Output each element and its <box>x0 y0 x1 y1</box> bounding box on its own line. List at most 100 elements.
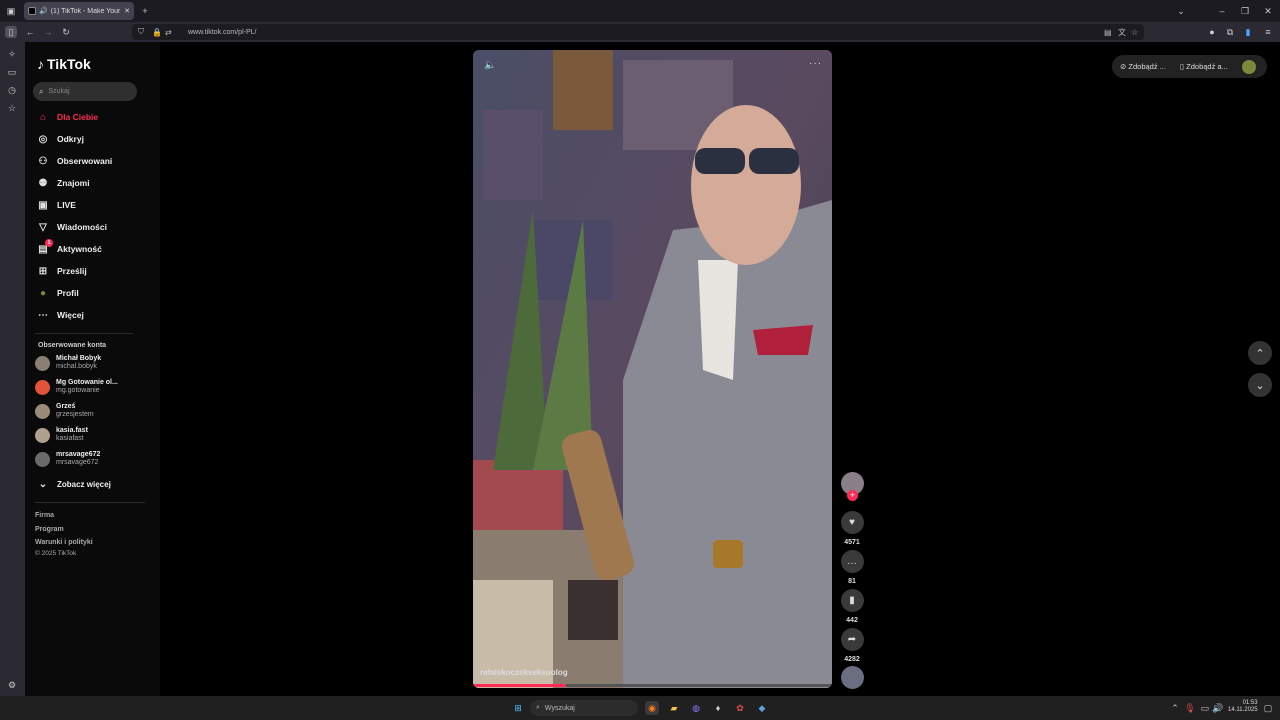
close-window-icon[interactable]: ✕ <box>1262 5 1274 17</box>
comment-icon[interactable]: … <box>840 550 864 573</box>
account-handle: michal.bobyk <box>56 363 97 370</box>
bookmarks-icon[interactable]: ☆ <box>6 102 18 114</box>
followed-accounts-title: Obserwowane konta <box>38 342 107 349</box>
footer-link-firma[interactable]: Firma <box>35 512 54 519</box>
sidebar-item-label: Wiadomości <box>57 222 107 232</box>
extension-icon[interactable]: ▮ <box>1242 26 1254 38</box>
sidebar-item-1[interactable]: ⌂ Dla Ciebie <box>37 109 98 125</box>
settings-gear-icon[interactable]: ⚙ <box>6 679 18 691</box>
menu-icon[interactable]: ≡ <box>1262 26 1274 38</box>
shield-icon[interactable]: ⛉ <box>138 27 144 37</box>
lock-icon[interactable]: 🔒 <box>152 28 162 37</box>
save-button[interactable]: ▮ 442 <box>840 589 864 624</box>
browser-nav-bar: ▯ ← → ↻ ⛉ 🔒 ⇄ www.tiktok.com/pl-PL/ ▤ 文 … <box>0 22 1280 42</box>
sidebar-item-6[interactable]: ▽ Wiadomości <box>37 219 107 235</box>
sidebar-item-7[interactable]: ▤ Aktywność 1 <box>37 239 102 257</box>
account-icon[interactable]: ● <box>1206 26 1218 38</box>
windows-start-icon[interactable]: ⊞ <box>511 701 525 715</box>
new-tab-icon[interactable]: + <box>139 5 151 17</box>
taskbar-clock[interactable]: 01:53 14.11.2025 <box>1228 700 1258 714</box>
followed-account[interactable]: Michał Bobyk michal.bobyk <box>35 355 101 371</box>
bookmark-star-icon[interactable]: ☆ <box>1131 28 1138 37</box>
taskbar-search-input[interactable]: ⌕ Wyszukaj <box>530 700 638 716</box>
footer-link-program[interactable]: Program <box>35 526 64 533</box>
divider <box>35 333 133 334</box>
forward-icon[interactable]: → <box>42 26 54 38</box>
sidebar-item-4[interactable]: ⚉ Znajomi <box>37 175 90 191</box>
avatar <box>35 355 50 371</box>
get-coins-button[interactable]: ⊘ Zdobądź ... <box>1120 62 1166 71</box>
speaker-icon[interactable]: 🔊 <box>39 7 48 15</box>
volume-tray-icon[interactable]: 🔊 <box>1211 701 1225 715</box>
sound-disc-icon[interactable] <box>840 666 864 689</box>
followed-account[interactable]: Mg Gotowanie ol... mg.gotowanie <box>35 379 118 395</box>
back-icon[interactable]: ← <box>24 26 36 38</box>
previous-video-chevron-up-icon[interactable]: ⌃ <box>1248 341 1272 365</box>
chevron-down-icon: ⌄ <box>38 478 48 490</box>
translate-icon[interactable]: 文 <box>1118 27 1126 38</box>
minimize-icon[interactable]: – <box>1216 5 1228 17</box>
app-settings-icon[interactable]: ✿ <box>733 701 747 715</box>
footer-link-terms[interactable]: Warunki i polityki <box>35 539 93 546</box>
volume-icon[interactable]: 🔈 <box>484 60 496 71</box>
like-button[interactable]: ♥ 4571 <box>840 511 864 546</box>
extensions-icon[interactable]: ⧉ <box>1224 26 1236 38</box>
author-avatar-button[interactable]: + <box>840 472 864 501</box>
synced-tabs-icon[interactable]: ▭ <box>6 66 18 78</box>
notifications-icon[interactable]: ▢ <box>1261 701 1275 715</box>
history-icon[interactable]: ◷ <box>6 84 18 96</box>
followed-account[interactable]: kasia.fast kasiafast <box>35 427 88 443</box>
sidebar-item-5[interactable]: ▣ LIVE <box>37 197 76 213</box>
see-more-button[interactable]: ⌄ Zobacz więcej <box>37 476 111 492</box>
comment-button[interactable]: … 81 <box>840 550 864 585</box>
user-avatar[interactable] <box>1241 59 1256 74</box>
next-video-chevron-down-icon[interactable]: ⌄ <box>1248 373 1272 397</box>
close-tab-icon[interactable]: ✕ <box>124 7 130 15</box>
sidebar-item-10[interactable]: ⋯ Więcej <box>37 307 84 323</box>
restore-icon[interactable]: ❐ <box>1239 5 1251 17</box>
bookmark-icon[interactable]: ▮ <box>840 589 864 612</box>
app-icon[interactable]: ◍ <box>689 701 703 715</box>
ai-chat-icon[interactable]: ✧ <box>6 48 18 60</box>
share-arrow-icon[interactable]: ➦ <box>840 628 864 651</box>
sidebar-item-8[interactable]: ⊞ Prześlij <box>37 263 87 279</box>
tab-list-icon[interactable]: ▣ <box>5 5 17 17</box>
account-name: mrsavage672 <box>56 451 101 458</box>
sidebar-item-label: LIVE <box>57 200 76 210</box>
search-input[interactable]: ⌕ Szukaj <box>33 82 137 101</box>
save-count: 442 <box>846 617 858 624</box>
microphone-icon[interactable]: 🎙 <box>1183 701 1197 715</box>
sidebar-item-9[interactable]: ● Profil <box>37 285 79 301</box>
sidebar-toggle-icon[interactable]: ▯ <box>5 26 17 38</box>
file-explorer-icon[interactable]: ▰ <box>667 701 681 715</box>
video-player[interactable]: 🔈 ··· rafalskoczekseksuolog <box>473 50 832 688</box>
tray-chevron-up-icon[interactable]: ⌃ <box>1168 701 1182 715</box>
network-icon[interactable]: ▭ <box>1198 701 1212 715</box>
tab-overflow-chevron-icon[interactable]: ⌄ <box>1175 5 1187 17</box>
get-app-button[interactable]: ▯ Zdobądź a... <box>1180 62 1228 71</box>
sidebar-item-2[interactable]: ◎ Odkryj <box>37 131 84 147</box>
follow-plus-icon[interactable]: + <box>847 490 858 501</box>
share-button[interactable]: ➦ 4282 <box>840 628 864 663</box>
browser-sidebar-strip: ✧ ▭ ◷ ☆ ⚙ <box>0 42 25 696</box>
account-name: Michał Bobyk <box>56 355 102 362</box>
followed-account[interactable]: mrsavage672 mrsavage672 <box>35 451 100 467</box>
more-options-icon[interactable]: ··· <box>809 58 822 69</box>
account-text: kasia.fast kasiafast <box>56 427 88 443</box>
steam-icon[interactable]: ◆ <box>755 701 769 715</box>
sidebar-item-3[interactable]: ⚇ Obserwowani <box>37 153 113 169</box>
app-flame-icon[interactable]: ♦ <box>711 701 725 715</box>
tiktok-logo[interactable]: ♪ TikTok <box>37 56 91 72</box>
firefox-icon[interactable]: ◉ <box>645 701 659 715</box>
sound-avatar[interactable] <box>840 666 864 689</box>
video-progress-fill <box>473 684 567 687</box>
url-bar[interactable]: ⛉ 🔒 ⇄ www.tiktok.com/pl-PL/ ▤ 文 ☆ <box>132 24 1144 40</box>
heart-icon[interactable]: ♥ <box>840 511 864 534</box>
followed-account[interactable]: Grześ grzesjestem <box>35 403 94 419</box>
browser-tab[interactable]: 🔊 (1) TikTok - Make Your Day ✕ <box>24 2 134 20</box>
video-username[interactable]: rafalskoczekseksuolog <box>480 668 568 677</box>
video-progress-bar[interactable] <box>473 684 832 687</box>
reader-view-icon[interactable]: ▤ <box>1104 28 1112 37</box>
reload-icon[interactable]: ↻ <box>60 26 72 38</box>
permissions-icon[interactable]: ⇄ <box>165 28 172 37</box>
